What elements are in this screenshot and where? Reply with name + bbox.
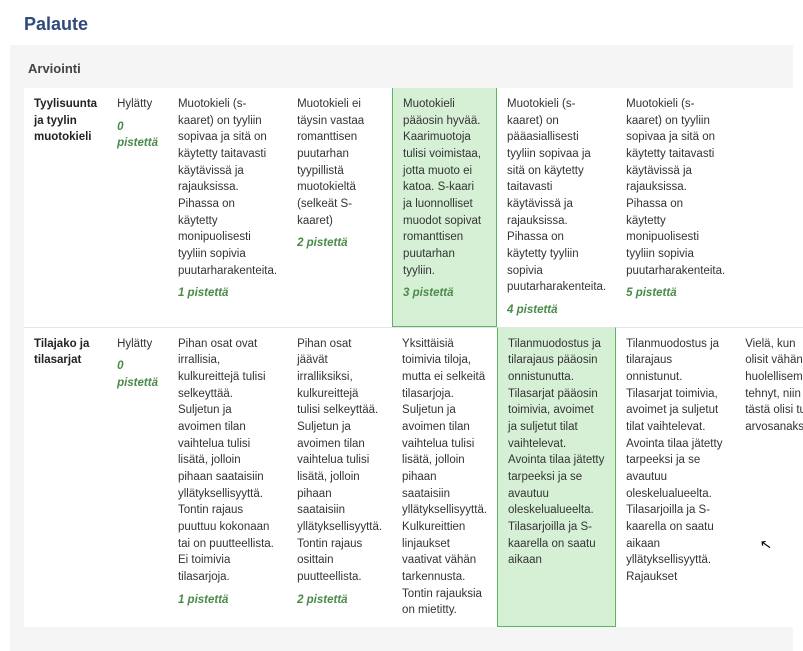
rubric-row: Tilajako ja tilasarjat Hylätty 0 pistettä P… (24, 327, 803, 627)
rubric-cell-points: 0 pistettä (117, 358, 158, 391)
rubric-cell-text: Hylätty (117, 336, 158, 353)
rubric-cell-points: 3 pistettä (403, 285, 486, 302)
rubric-cell-text: Muotokieli (s-kaaret) on pääasiallisesti… (507, 96, 606, 296)
rubric-cell-text: Muotokieli ei täysin vastaa romanttisen … (297, 96, 382, 229)
rubric-comment (735, 88, 803, 327)
rubric-cell-points: 1 pistettä (178, 592, 277, 609)
rubric-row: Tyylisuunta ja tyylin muotokieli Hylätty 0… (24, 88, 803, 327)
rubric-cell[interactable]: Muotokieli (s-kaaret) on pääasiallisesti… (497, 88, 616, 327)
rubric-cell-points: 4 pistettä (507, 302, 606, 319)
rubric-cell-text: Pihan osat jäävät irralliksiksi, kulkure… (297, 336, 382, 586)
rubric-cell-text: Tilanmuodostus ja tilarajaus pääosin onn… (508, 336, 605, 569)
rubric-table: Tyylisuunta ja tyylin muotokieli Hylätty 0… (24, 88, 803, 627)
rubric-cell[interactable]: Tilanmuodostus ja tilarajaus onnistunut.… (616, 327, 735, 627)
rubric-cell-text: Hylätty (117, 96, 158, 113)
rubric-cell-points: 5 pistettä (626, 285, 725, 302)
rubric-comment: Vielä, kun olisit vähän huolellisemmin t… (735, 327, 803, 627)
rubric-cell[interactable]: Muotokieli pääosin hyvää. Kaarimuotoja t… (392, 88, 497, 327)
rubric-cell-points: 0 pistettä (117, 119, 158, 152)
rubric-cell[interactable]: Muotokieli ei täysin vastaa romanttisen … (287, 88, 392, 327)
rubric-cell[interactable]: Pihan osat jäävät irralliksiksi, kulkure… (287, 327, 392, 627)
rubric-cell-points: 2 pistettä (297, 235, 382, 252)
rubric-cell-text: Muotokieli pääosin hyvää. Kaarimuotoja t… (403, 96, 486, 279)
criterion-label: Tyylisuunta ja tyylin muotokieli (24, 88, 107, 327)
page-title: Palaute (0, 0, 803, 45)
criterion-label: Tilajako ja tilasarjat (24, 327, 107, 627)
rubric-cell[interactable]: Pihan osat ovat irrallisia, kulkureittej… (168, 327, 287, 627)
rubric-cell-text: Muotokieli (s-kaaret) on tyyliin sopivaa… (178, 96, 277, 279)
rubric-cell-points: 1 pistettä (178, 285, 277, 302)
rubric-cell[interactable]: Muotokieli (s-kaaret) on tyyliin sopivaa… (616, 88, 735, 327)
rubric-cell-text: Tilanmuodostus ja tilarajaus onnistunut.… (626, 336, 725, 586)
panel-title: Arviointi (24, 55, 779, 88)
rubric-cell[interactable]: Tilanmuodostus ja tilarajaus pääosin onn… (497, 327, 616, 627)
rubric-cell-points: 2 pistettä (297, 592, 382, 609)
rubric-cell-text: Muotokieli (s-kaaret) on tyyliin sopivaa… (626, 96, 725, 279)
rubric-cell[interactable]: Hylätty 0 pistettä (107, 327, 168, 627)
evaluation-panel: Arviointi Tyylisuunta ja tyylin muotokie… (10, 45, 793, 651)
rubric-cell-text: Pihan osat ovat irrallisia, kulkureittej… (178, 336, 277, 586)
rubric-cell[interactable]: Hylätty 0 pistettä (107, 88, 168, 327)
rubric-cell[interactable]: Muotokieli (s-kaaret) on tyyliin sopivaa… (168, 88, 287, 327)
rubric-cell-text: Yksittäisiä toimivia tiloja, mutta ei se… (402, 336, 487, 619)
rubric-cell[interactable]: Yksittäisiä toimivia tiloja, mutta ei se… (392, 327, 497, 627)
